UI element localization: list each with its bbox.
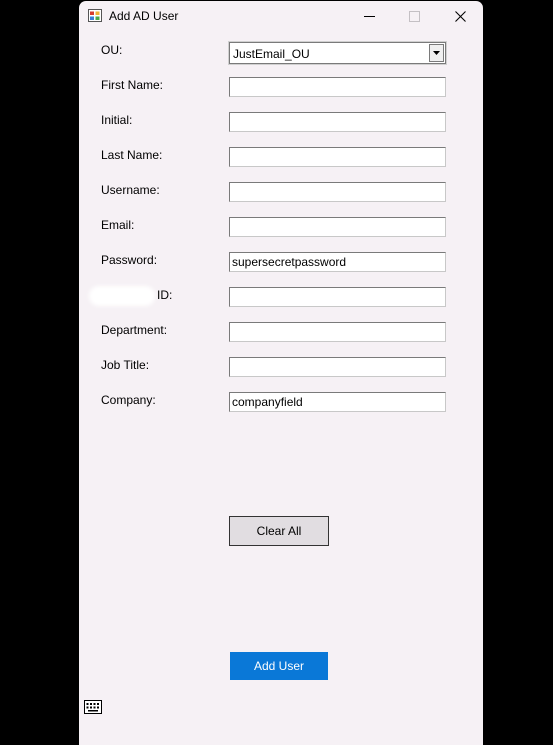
- maximize-button[interactable]: [391, 1, 437, 31]
- minimize-button[interactable]: [346, 1, 392, 31]
- ou-dropdown-button[interactable]: [429, 44, 444, 62]
- department-label: Department:: [101, 323, 168, 337]
- app-window-icon: [88, 9, 102, 22]
- redacted-label-part: [89, 286, 155, 306]
- initial-label: Initial:: [101, 113, 133, 127]
- ou-label: OU:: [101, 43, 123, 57]
- last-name-label: Last Name:: [101, 148, 163, 162]
- password-label: Password:: [101, 253, 158, 267]
- add-ad-user-window: Add AD User OU: JustEmail_OU First Name:…: [79, 1, 483, 745]
- ou-dropdown[interactable]: JustEmail_OU: [228, 41, 447, 65]
- close-button[interactable]: [437, 1, 483, 31]
- company-label: Company:: [101, 393, 156, 407]
- maximize-icon: [408, 10, 420, 22]
- id-label: ID:: [157, 288, 173, 302]
- first-name-label: First Name:: [101, 78, 164, 92]
- minimize-icon: [363, 15, 375, 17]
- title-bar[interactable]: Add AD User: [79, 1, 483, 31]
- first-name-field[interactable]: [229, 77, 446, 97]
- job-title-field[interactable]: [229, 357, 446, 377]
- keyboard-icon[interactable]: [84, 700, 102, 714]
- last-name-field[interactable]: [229, 147, 446, 167]
- password-field[interactable]: [229, 252, 446, 272]
- id-field[interactable]: [229, 287, 446, 307]
- company-field[interactable]: [229, 392, 446, 412]
- close-icon: [454, 10, 466, 22]
- username-field[interactable]: [229, 182, 446, 202]
- chevron-down-icon: [433, 51, 440, 55]
- username-label: Username:: [101, 183, 160, 197]
- clear-all-button[interactable]: Clear All: [229, 516, 329, 546]
- department-field[interactable]: [229, 322, 446, 342]
- initial-field[interactable]: [229, 112, 446, 132]
- email-label: Email:: [101, 218, 135, 232]
- window-title: Add AD User: [109, 9, 179, 23]
- ou-selected-value: JustEmail_OU: [233, 47, 310, 61]
- add-user-button[interactable]: Add User: [230, 652, 328, 680]
- email-field[interactable]: [229, 217, 446, 237]
- job-title-label: Job Title:: [101, 358, 150, 372]
